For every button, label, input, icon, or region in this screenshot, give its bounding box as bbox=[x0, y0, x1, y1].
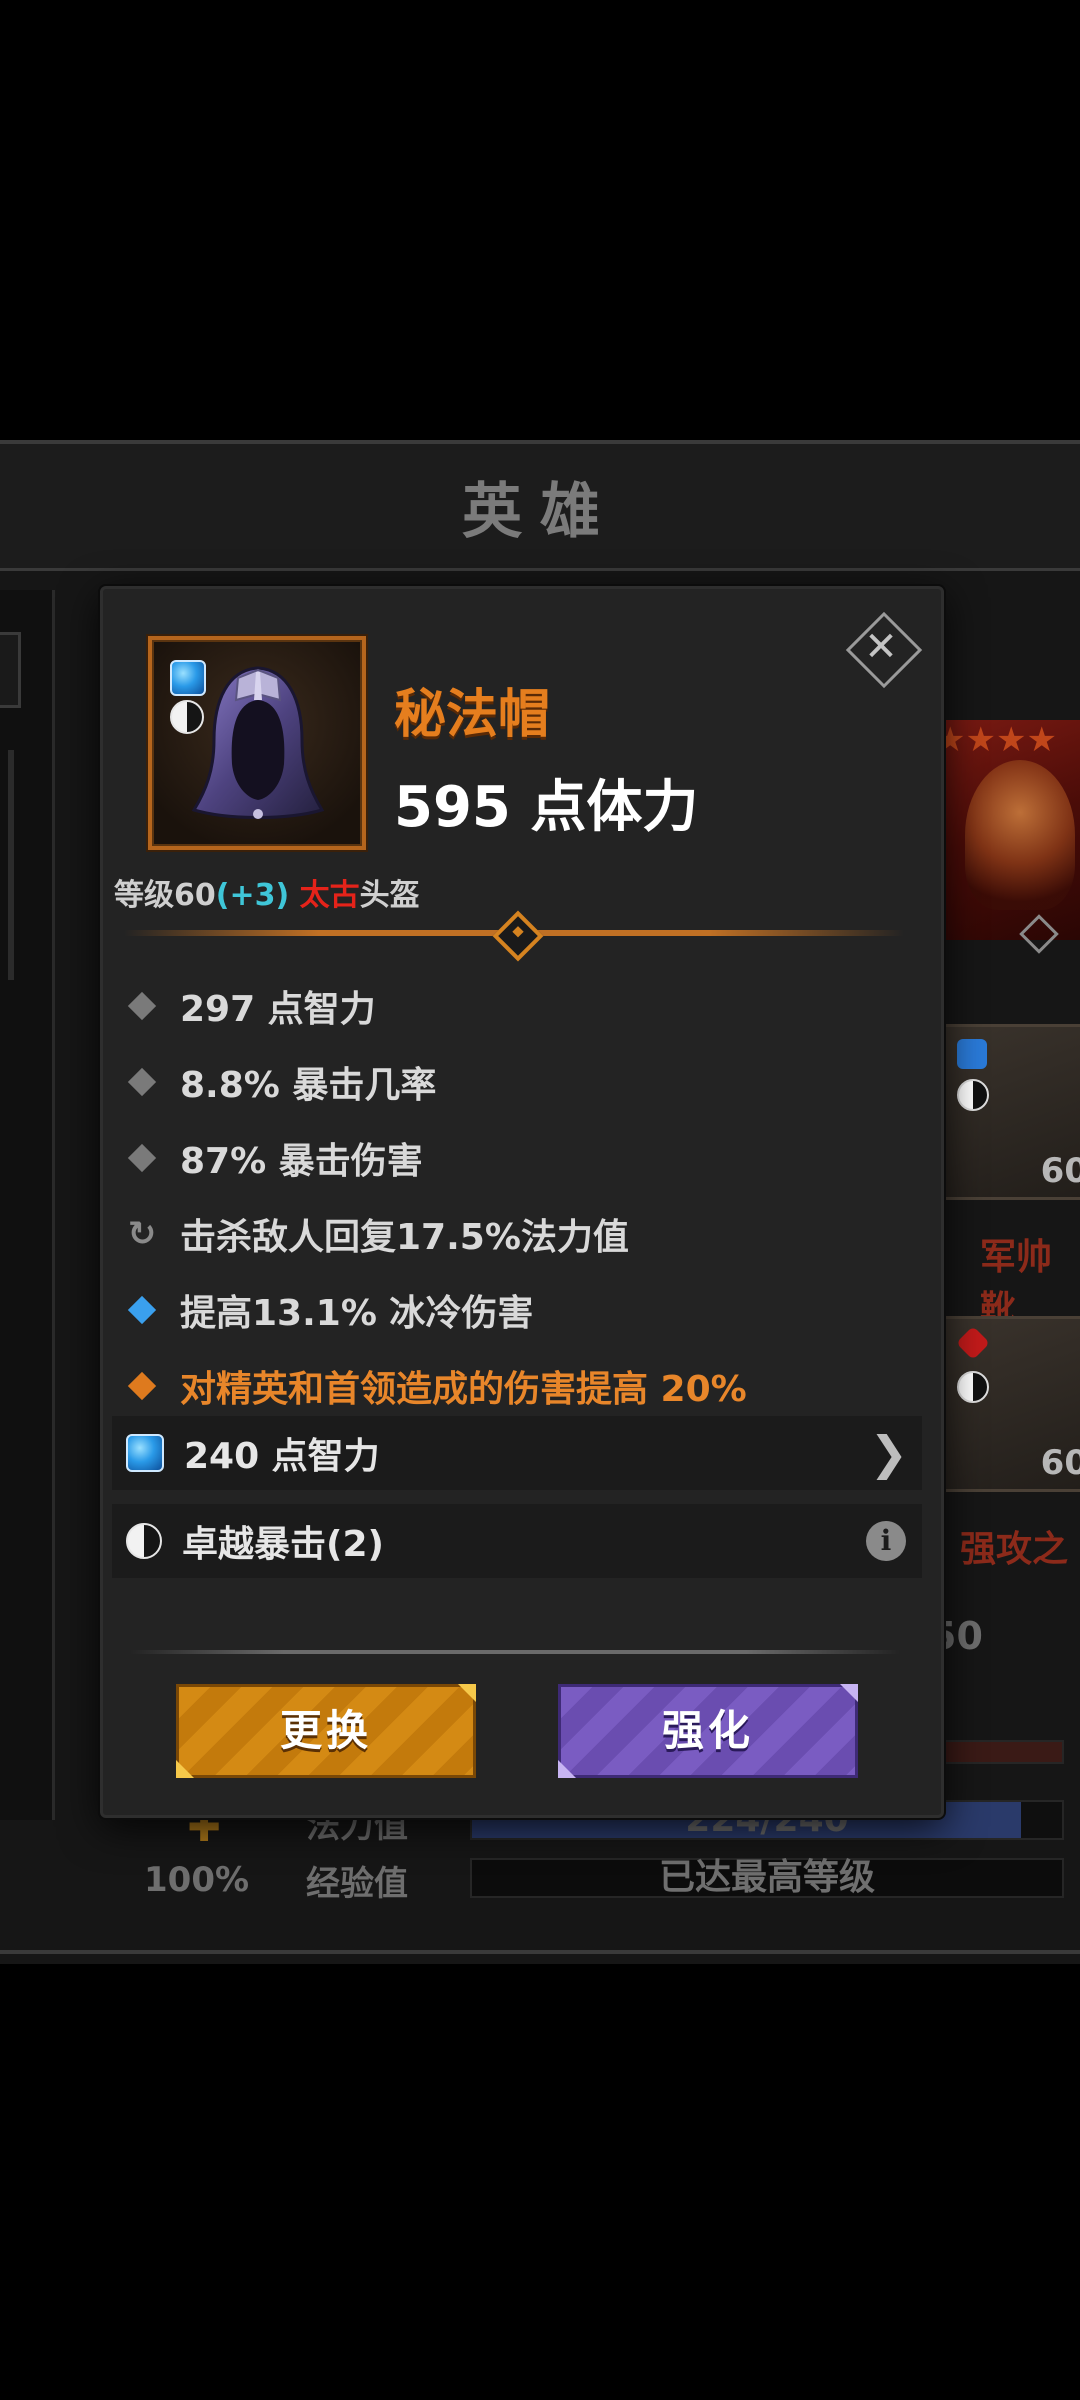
yin-yang-icon bbox=[957, 1079, 989, 1111]
exp-label: 经验值 bbox=[306, 1864, 408, 1904]
socketed-gem-row[interactable]: 240 点智力 ❯ bbox=[112, 1416, 922, 1490]
stat-text: 8.8% 暴击几率 bbox=[180, 1065, 437, 1106]
item-icon[interactable] bbox=[148, 636, 366, 850]
refresh-icon: ↻ bbox=[127, 1214, 157, 1254]
diamond-bullet-icon bbox=[127, 1143, 157, 1173]
stat-text: 击杀敌人回复17.5%法力值 bbox=[180, 1217, 629, 1258]
equipment-slot-boots[interactable]: 60 bbox=[940, 1024, 1080, 1200]
screen: 英雄 ★★★★ 60 军帅靴 60 强攻之 50 ✚ 法力值 224/240 1… bbox=[0, 0, 1080, 2400]
stat-row: 提高13.1% 冰冷伤害 bbox=[126, 1272, 926, 1348]
item-quality: 太古 bbox=[299, 878, 360, 913]
legendary-gem-row[interactable]: 卓越暴击(2) i bbox=[112, 1504, 922, 1578]
corner-accent bbox=[458, 1684, 476, 1702]
corner-accent bbox=[840, 1684, 858, 1702]
item-main-stat: 595 点体力 bbox=[394, 775, 699, 840]
stat-row: 对精英和首领造成的伤害提高 20% bbox=[126, 1348, 926, 1424]
legendary-text: 卓越暴击(2) bbox=[182, 1524, 384, 1565]
upgrade-button-label: 强化 bbox=[661, 1706, 754, 1755]
stat-row: ↻ 击杀敌人回复17.5%法力值 bbox=[126, 1196, 926, 1272]
exp-bar: 已达最高等级 bbox=[470, 1858, 1064, 1898]
item-meta: 等级60(+3) 太古头盔 bbox=[114, 870, 420, 914]
sapphire-gem-icon bbox=[957, 1039, 987, 1069]
blue-diamond-bullet-icon bbox=[127, 1295, 157, 1325]
hero-screen-title: 英雄 bbox=[462, 476, 618, 547]
yin-yang-icon bbox=[957, 1371, 989, 1403]
ruby-gem-icon bbox=[956, 1326, 990, 1360]
left-side-tab[interactable] bbox=[0, 632, 21, 708]
corner-accent bbox=[176, 1760, 194, 1778]
diamond-bullet-icon bbox=[127, 1067, 157, 1097]
hero-screen-header: 英雄 bbox=[0, 444, 1080, 571]
hero-stars: ★★★★ bbox=[935, 720, 1057, 760]
item-type: 头盔 bbox=[359, 878, 420, 913]
upgrade-button[interactable]: 强化 bbox=[558, 1684, 858, 1778]
info-icon[interactable]: i bbox=[866, 1521, 906, 1561]
hood-helmet-icon bbox=[191, 666, 325, 819]
orange-diamond-bullet-icon bbox=[127, 1371, 157, 1401]
equipment-slot-weapon[interactable]: 60 bbox=[940, 1316, 1080, 1492]
stat-row: 297 点智力 bbox=[126, 968, 926, 1044]
item-level-bonus: (+3) bbox=[215, 878, 290, 913]
slot-label: 强攻之 bbox=[960, 1529, 1069, 1570]
stat-row: 87% 暴击伤害 bbox=[126, 1120, 926, 1196]
stat-text: 对精英和首领造成的伤害提高 20% bbox=[180, 1369, 747, 1410]
swap-button[interactable]: 更换 bbox=[176, 1684, 476, 1778]
diamond-bullet-icon bbox=[127, 991, 157, 1021]
close-button[interactable]: ✕ bbox=[845, 611, 923, 689]
close-icon: ✕ bbox=[864, 624, 898, 670]
slot-level: 60 bbox=[1040, 1443, 1080, 1483]
sapphire-gem-icon bbox=[126, 1434, 164, 1472]
sapphire-gem-icon bbox=[170, 660, 206, 696]
hero-figure bbox=[965, 760, 1075, 910]
stat-row: 8.8% 暴击几率 bbox=[126, 1044, 926, 1120]
yin-yang-icon bbox=[170, 700, 204, 734]
item-level: 等级60 bbox=[114, 878, 216, 913]
yin-yang-icon bbox=[126, 1523, 162, 1559]
level-percent: 100% bbox=[144, 1860, 250, 1900]
footer-divider bbox=[130, 1650, 900, 1654]
stat-text: 87% 暴击伤害 bbox=[180, 1141, 423, 1182]
item-name: 秘法帽 bbox=[394, 685, 551, 745]
exp-value: 已达最高等级 bbox=[658, 1857, 875, 1898]
stat-text: 297 点智力 bbox=[180, 989, 376, 1030]
left-scrollbar[interactable] bbox=[8, 750, 14, 980]
slot-level: 60 bbox=[1040, 1151, 1080, 1191]
swap-button-label: 更换 bbox=[279, 1706, 372, 1755]
stat-text: 提高13.1% 冰冷伤害 bbox=[180, 1293, 534, 1334]
item-stat-list: 297 点智力 8.8% 暴击几率 87% 暴击伤害 ↻ 击杀敌人回复17.5%… bbox=[126, 968, 926, 1424]
chevron-right-icon: ❯ bbox=[869, 1426, 908, 1480]
gem-stat-text: 240 点智力 bbox=[184, 1436, 380, 1477]
corner-accent bbox=[558, 1760, 576, 1778]
bottom-divider bbox=[0, 1950, 1080, 1954]
